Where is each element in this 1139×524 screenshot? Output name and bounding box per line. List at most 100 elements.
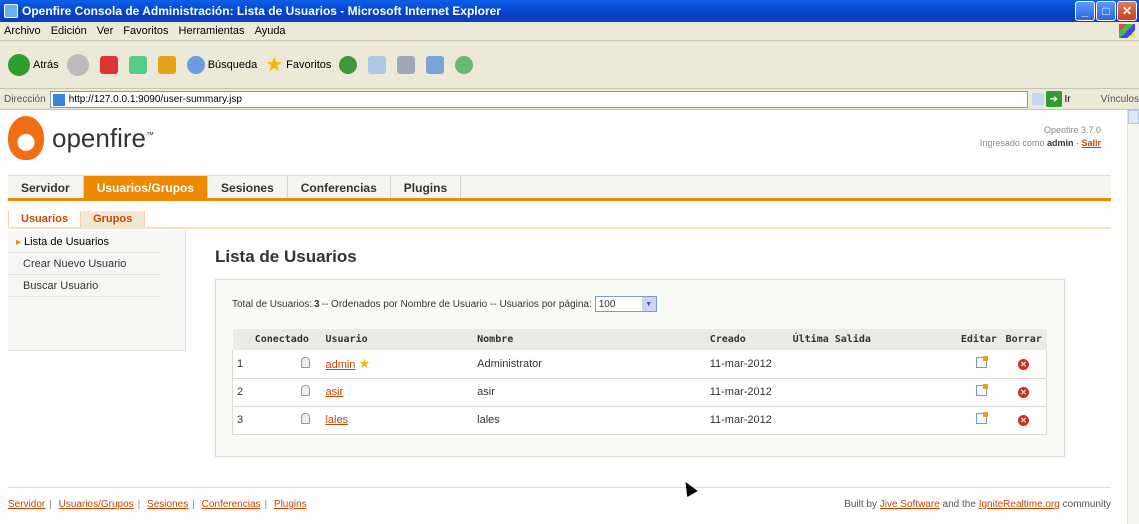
page-viewport: openfire™ Openfire 3.7.0 Ingresado como … [0, 110, 1127, 524]
menu-ver[interactable]: Ver [97, 25, 114, 37]
ignite-realtime-link[interactable]: IgniteRealtime.org [979, 499, 1060, 510]
offline-user-icon [300, 413, 310, 424]
back-icon [8, 53, 30, 76]
admin-star-icon: ★ [358, 355, 371, 371]
menu-favoritos[interactable]: Favoritos [123, 25, 168, 37]
menu-edicion[interactable]: Edición [51, 25, 87, 37]
home-button[interactable] [157, 55, 179, 74]
user-last-logout [788, 350, 941, 379]
menu-herramientas[interactable]: Herramientas [179, 25, 245, 37]
col-usuario: Usuario [321, 329, 474, 350]
user-name: Administrator [473, 350, 706, 379]
footer-link-servidor[interactable]: Servidor [8, 499, 45, 510]
footer-link-usuarios-grupos[interactable]: Usuarios/Grupos [59, 499, 134, 510]
favorites-button[interactable]: ★ Favoritos [265, 52, 331, 77]
users-table: Conectado Usuario Nombre Creado Última S… [231, 329, 1047, 435]
user-count: 3 [314, 298, 320, 310]
vertical-scrollbar[interactable] [1127, 110, 1139, 524]
logged-user: admin [1046, 138, 1074, 148]
col-index [232, 329, 251, 350]
forward-button[interactable] [66, 53, 92, 76]
col-conectado: Conectado [250, 329, 322, 350]
offline-user-icon [300, 356, 310, 368]
messenger-button[interactable] [455, 55, 476, 74]
footer-link-sesiones[interactable]: Sesiones [147, 499, 188, 510]
menu-ayuda[interactable]: Ayuda [255, 25, 286, 37]
sidebar-item-buscar-usuario[interactable]: Buscar Usuario [8, 275, 161, 297]
links-label[interactable]: Vínculos [1101, 94, 1139, 105]
address-label: Dirección [4, 93, 46, 105]
ie-icon [4, 4, 18, 18]
maximize-button[interactable]: □ [1096, 1, 1116, 21]
user-last-logout [788, 378, 941, 407]
footer-link-conferencias[interactable]: Conferencias [202, 499, 261, 510]
edit-page-button[interactable] [426, 55, 447, 74]
stop-icon [99, 55, 118, 74]
url-input[interactable]: http://127.0.0.1:9090/user-summary.jsp [49, 90, 1029, 108]
logged-prefix: Ingresado como [979, 138, 1045, 148]
main-nav: Servidor Usuarios/Grupos Sesiones Confer… [8, 175, 1111, 201]
delete-icon[interactable]: ✕ [1017, 358, 1029, 370]
messenger-icon [455, 55, 474, 74]
print-button[interactable] [397, 55, 418, 74]
menu-archivo[interactable]: Archivo [4, 25, 41, 37]
user-name: lales [473, 406, 706, 435]
edit-page-icon [426, 55, 445, 74]
user-link[interactable]: asir [325, 386, 343, 398]
browser-toolbar: Atrás Búsqueda ★ Favoritos [0, 41, 1139, 89]
edit-icon[interactable] [975, 355, 988, 368]
logout-link[interactable]: Salir [1081, 138, 1101, 148]
tab-plugins[interactable]: Plugins [391, 176, 462, 198]
star-icon: ★ [265, 54, 284, 76]
user-link[interactable]: lales [325, 414, 348, 426]
users-panel: Total de Usuarios: 3 -- Ordenados por No… [215, 279, 1065, 457]
delete-icon[interactable]: ✕ [1017, 387, 1029, 398]
scroll-up-icon[interactable] [1128, 110, 1139, 124]
user-link[interactable]: admin [325, 359, 355, 371]
session-info: Openfire 3.7.0 Ingresado como admin - Sa… [979, 125, 1101, 148]
stop-button[interactable] [99, 55, 121, 74]
delete-icon[interactable]: ✕ [1017, 415, 1029, 426]
address-bar: Dirección http://127.0.0.1:9090/user-sum… [0, 89, 1139, 110]
mail-button[interactable] [368, 55, 389, 74]
tab-sesiones[interactable]: Sesiones [208, 176, 288, 198]
back-button[interactable]: Atrás [8, 53, 59, 76]
tab-usuarios-grupos[interactable]: Usuarios/Grupos [83, 176, 209, 198]
per-page-select[interactable]: 100 ▼ [594, 296, 657, 312]
refresh-button[interactable] [128, 55, 150, 74]
search-button[interactable]: Búsqueda [186, 55, 257, 74]
go-label[interactable]: Ir [1065, 94, 1071, 105]
tab-servidor[interactable]: Servidor [8, 176, 84, 198]
row-index: 1 [231, 350, 251, 379]
edit-icon[interactable] [975, 412, 988, 424]
dropdown-arrow-icon[interactable] [1032, 93, 1044, 105]
history-button[interactable] [339, 55, 360, 74]
search-icon [186, 55, 205, 74]
subtab-grupos[interactable]: Grupos [81, 211, 146, 227]
sidebar-item-lista-usuarios[interactable]: Lista de Usuarios [8, 231, 161, 253]
mail-icon [368, 55, 387, 74]
footer-link-plugins[interactable]: Plugins [274, 499, 307, 510]
sidebar-item-crear-usuario[interactable]: Crear Nuevo Usuario [8, 253, 161, 275]
forward-icon [66, 53, 89, 76]
window-title: Openfire Consola de Administración: List… [22, 4, 501, 18]
user-created: 11-mar-2012 [705, 350, 789, 379]
refresh-icon [128, 55, 147, 74]
footer-credits: Built by Jive Software and the IgniteRea… [844, 499, 1111, 510]
col-creado: Creado [705, 329, 789, 350]
jive-software-link[interactable]: Jive Software [880, 499, 940, 510]
subtab-usuarios[interactable]: Usuarios [8, 211, 82, 227]
tab-conferencias[interactable]: Conferencias [288, 176, 391, 198]
go-button[interactable]: ➔ [1045, 91, 1062, 107]
chevron-down-icon: ▼ [641, 297, 656, 311]
offline-user-icon [300, 385, 310, 396]
row-index: 3 [231, 406, 251, 435]
minimize-button[interactable]: _ [1075, 1, 1095, 21]
close-button[interactable]: ✕ [1117, 1, 1137, 21]
user-last-logout [788, 406, 941, 435]
edit-icon[interactable] [975, 384, 988, 396]
history-icon [339, 55, 358, 74]
table-row: 1 admin ★ Administrator 11-mar-2012 ✕ [231, 350, 1047, 379]
users-summary: Total de Usuarios: 3 -- Ordenados por No… [232, 296, 657, 312]
col-borrar: Borrar [1000, 329, 1047, 350]
